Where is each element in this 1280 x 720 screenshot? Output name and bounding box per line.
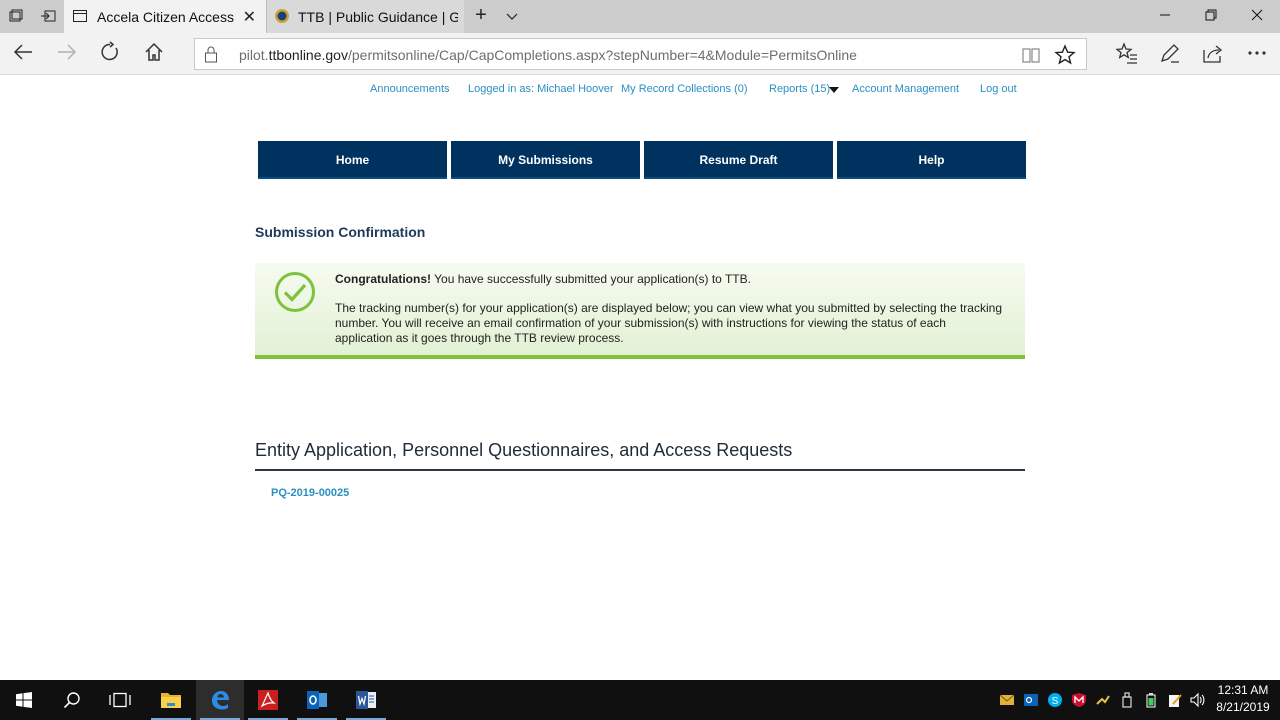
set-aside-tabs-icon[interactable]: [39, 8, 57, 26]
lock-icon: [205, 46, 217, 63]
browser-toolbar: pilot.ttbonline.gov/permitsonline/Cap/Ca…: [0, 33, 1280, 75]
volume-icon[interactable]: [1190, 692, 1206, 708]
tab-ttb-public-guidance[interactable]: TTB | Public Guidance | Guic: [266, 0, 464, 33]
restore-icon[interactable]: [1188, 0, 1234, 33]
mcafee-shield-icon[interactable]: [1071, 692, 1087, 708]
record-tracking-link[interactable]: PQ-2019-00025: [271, 487, 349, 499]
announcements-link[interactable]: Announcements: [370, 83, 450, 95]
success-message-box: Congratulations! You have successfully s…: [255, 263, 1025, 359]
favorite-star-icon[interactable]: [1054, 44, 1076, 66]
nav-resume-draft[interactable]: Resume Draft: [644, 141, 833, 179]
record-collections-link[interactable]: My Record Collections (0): [621, 83, 748, 95]
close-window-icon[interactable]: [1234, 0, 1280, 33]
svg-text:S: S: [1052, 696, 1059, 707]
outlook-icon[interactable]: [293, 680, 341, 720]
reports-dropdown-icon[interactable]: [828, 85, 840, 93]
nav-help[interactable]: Help: [837, 141, 1026, 179]
search-icon[interactable]: [48, 680, 96, 720]
section-divider: [255, 469, 1025, 471]
mail-tray-icon[interactable]: [999, 692, 1015, 708]
tracking-info-text: The tracking number(s) for your applicat…: [335, 301, 1002, 345]
account-management-link[interactable]: Account Management: [852, 83, 959, 95]
favorites-hub-icon[interactable]: [1113, 41, 1141, 67]
page-title: Submission Confirmation: [255, 224, 426, 240]
congratulations-bold: Congratulations!: [335, 272, 431, 286]
clock-date: 8/21/2019: [1216, 700, 1270, 714]
url-path: /permitsonline/Cap/CapCompletions.aspx?s…: [347, 47, 857, 63]
close-tab-icon[interactable]: ✕: [243, 7, 256, 27]
success-check-icon: [275, 272, 315, 312]
logged-in-user: Logged in as: Michael Hoover: [468, 83, 614, 95]
clock-time: 12:31 AM: [1217, 683, 1269, 697]
start-windows-icon[interactable]: [0, 680, 48, 720]
task-view-icon[interactable]: [96, 680, 144, 720]
nav-my-submissions[interactable]: My Submissions: [451, 141, 640, 179]
congratulations-text: You have successfully submitted your app…: [431, 272, 751, 286]
battery-icon[interactable]: [1143, 692, 1159, 708]
tab-accela-citizen-access[interactable]: Accela Citizen Access ✕: [64, 0, 266, 33]
forward-icon[interactable]: [53, 41, 81, 67]
taskbar-clock[interactable]: 12:31 AM 8/21/2019: [1208, 682, 1278, 716]
address-bar[interactable]: pilot.ttbonline.gov/permitsonline/Cap/Ca…: [194, 38, 1087, 70]
refresh-icon[interactable]: [96, 41, 124, 67]
page-icon: [73, 10, 87, 22]
windows-taskbar: S: [0, 680, 1280, 720]
reading-view-icon[interactable]: [1021, 45, 1041, 65]
congratulations-line: Congratulations! You have successfully s…: [335, 272, 751, 286]
home-icon[interactable]: [140, 41, 168, 67]
usb-device-icon[interactable]: [1119, 692, 1135, 708]
logout-link[interactable]: Log out: [980, 83, 1017, 95]
outlook-tray-icon[interactable]: [1023, 692, 1039, 708]
minimize-icon[interactable]: [1142, 0, 1188, 33]
new-tab-icon[interactable]: +: [472, 5, 490, 25]
top-links: Announcements Logged in as: Michael Hoov…: [0, 83, 1280, 97]
tab-preview-chevron-icon[interactable]: [503, 8, 521, 26]
section-title: Entity Application, Personnel Questionna…: [255, 440, 793, 460]
tab-actions-icon[interactable]: [7, 8, 25, 26]
reports-link[interactable]: Reports (15): [769, 83, 830, 95]
more-icon[interactable]: [1243, 41, 1271, 67]
file-explorer-icon[interactable]: [147, 680, 195, 720]
url-host: ttbonline.gov: [268, 47, 348, 63]
notepad-pen-icon[interactable]: [1167, 692, 1183, 708]
tab-title: TTB | Public Guidance | Guic: [298, 9, 458, 25]
share-icon[interactable]: [1199, 41, 1227, 67]
browser-tab-bar: Accela Citizen Access ✕ TTB | Public Gui…: [0, 0, 1280, 33]
ttb-seal-icon: [275, 9, 289, 23]
word-icon[interactable]: [342, 680, 390, 720]
skype-tray-icon[interactable]: S: [1047, 692, 1063, 708]
back-icon[interactable]: [9, 41, 37, 67]
url-host-prefix: pilot.: [239, 47, 269, 63]
tab-title: Accela Citizen Access: [97, 9, 234, 25]
network-activity-icon[interactable]: [1095, 692, 1111, 708]
nav-home[interactable]: Home: [258, 141, 447, 179]
edge-browser-icon[interactable]: [196, 680, 244, 720]
acrobat-reader-icon[interactable]: [244, 680, 292, 720]
url-text[interactable]: pilot.ttbonline.gov/permitsonline/Cap/Ca…: [239, 47, 857, 63]
pen-icon[interactable]: [1156, 41, 1184, 67]
